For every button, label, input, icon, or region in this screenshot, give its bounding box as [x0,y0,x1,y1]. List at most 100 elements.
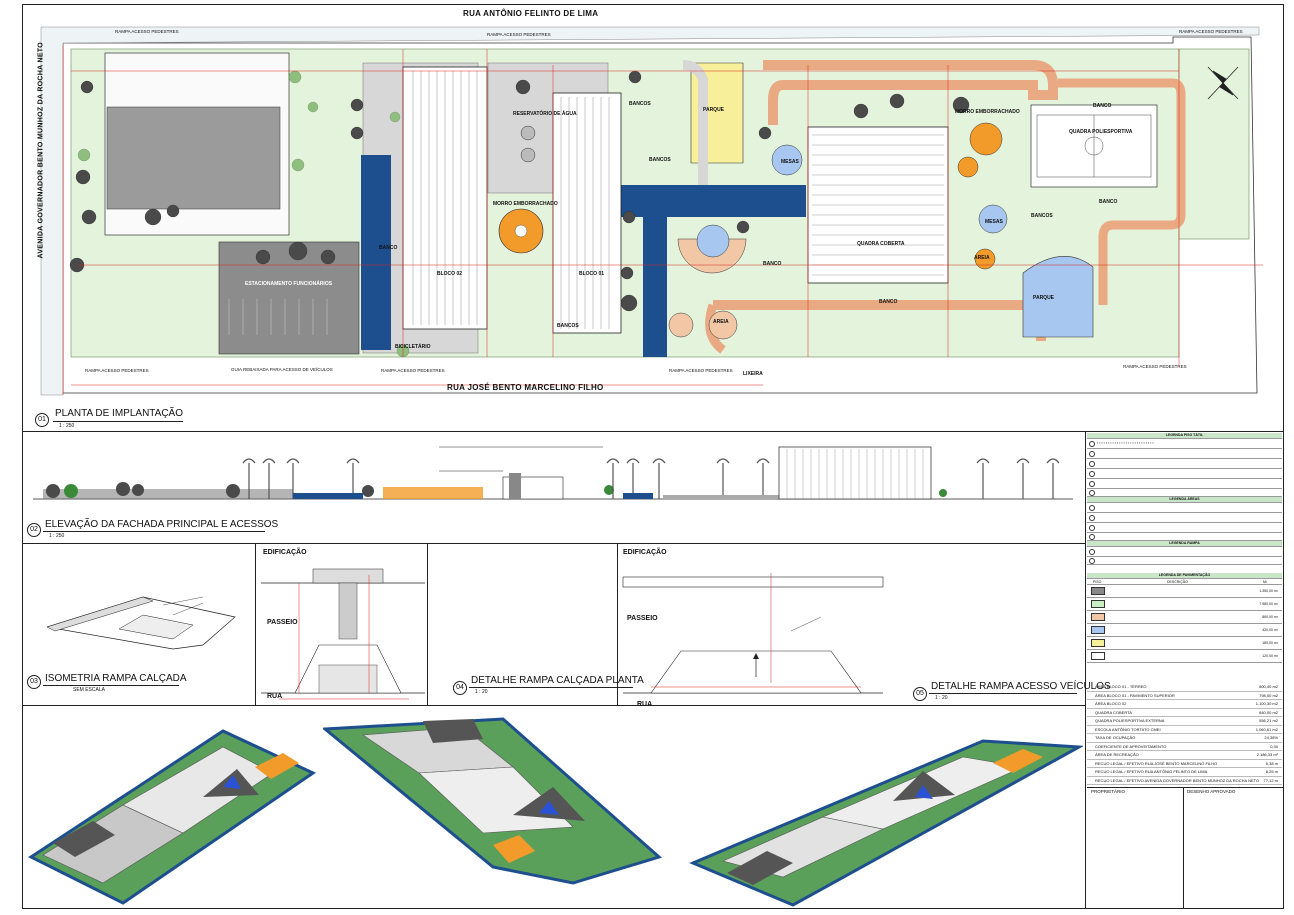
legend-row [1087,489,1282,497]
pavement-swatch [1091,613,1105,621]
ramp-label: RAMPA ACESSO PEDESTRES [381,368,445,373]
legend-row [1087,513,1282,523]
ramp-label: RAMPA ACESSO PEDESTRES [85,368,149,373]
separator [23,543,1085,544]
ramp-label: RAMPA ACESSO PEDESTRES [1123,364,1187,369]
area-key: ÁREA BLOCO 01 - PAVIMENTO SUPERIOR [1095,692,1175,698]
pavement-swatch [1091,600,1105,608]
bench-label: BANCO [879,299,898,305]
view-title-04: DETALHE RAMPA CALÇADA PLANTA [471,675,644,686]
area-key: ESCOLA ANTÔNIO TORTATO CMEI [1095,726,1161,732]
pavement-swatch-row: 180,00 m² [1087,637,1282,650]
area-value: 556,21 m2 [1259,718,1278,723]
covered-court-label: QUADRA COBERTA [857,241,905,247]
benches-label: BANCOS [629,101,651,107]
view-number-02: 02 [27,523,41,537]
area-key: RECUO LEGAL / EFETIVO AVENIDA GOVERNADOR… [1095,777,1260,783]
ramp-label: RAMPA ACESSO PEDESTRES [669,368,733,373]
pavement-swatch [1091,652,1105,660]
playground-label: PARQUE [703,107,725,113]
area-key: TAXA DE OCUPAÇÃO [1095,735,1136,740]
area-value: 2.186,33 m² [1256,752,1278,757]
street-bottom-label: RUA JOSÉ BENTO MARCELINO FILHO [447,383,604,392]
playground-label: PARQUE [1033,295,1055,301]
legend-row [1087,533,1282,541]
area-row: RECUO LEGAL / EFETIVO AVENIDA GOVERNADOR… [1087,777,1282,785]
area-value: 840,00 m2 [1259,709,1278,715]
view-number-03: 03 [27,675,41,689]
water-tank-label: RESERVATÓRIO DE ÁGUA [513,111,577,117]
area-row: ÁREA BLOCO 01 - TÉRREO 800,40 m2 [1087,683,1282,692]
vehicle-ramp-drawing [622,573,884,694]
view-title-02: ELEVAÇÃO DA FACHADA PRINCIPAL E ACESSOS [45,519,279,530]
area-row: RECUO LEGAL / EFETIVO RUA JOSÉ BENTO MAR… [1087,760,1282,768]
area-value: 800,40 m2 [1259,684,1278,689]
area-row: TAXA DE OCUPAÇÃO 24,38% [1087,734,1282,743]
area-row: ÁREA DE RECREAÇÃO 2.186,33 m² [1087,751,1282,760]
ramp-label: RAMPA ACESSO PEDESTRES [487,32,551,37]
render-view-3 [683,717,1083,907]
pavement-area-value: 120,00 m² [1262,654,1278,658]
legend-row [1087,449,1282,459]
vehicle-curb-label: GUIA REBAIXADA PARA ACESSO DE VEÍCULOS [231,367,333,372]
site-plan: RUA ANTÔNIO FELINTO DE LIMA RUA JOSÉ BEN… [23,5,1283,430]
legend-row [1087,547,1282,557]
area-row: QUADRA POLIESPORTIVA EXTERNA 556,21 m2 [1087,717,1282,726]
area-row: ESCOLA ANTÔNIO TORTATO CMEI 1.060,61 m2 [1087,726,1282,734]
sports-court-label: QUADRA POLIESPORTIVA [1069,129,1133,135]
bench-label: BANCO [1093,103,1112,109]
separator [1085,431,1086,908]
pavement-swatch [1091,626,1105,634]
ramp-isometric-drawing [46,596,236,650]
pavement-swatch [1091,587,1105,595]
view-scale-02: 1 : 250 [49,533,65,539]
view-number-05: 05 [913,687,927,701]
drawing-sheet: RUA ANTÔNIO FELINTO DE LIMA RUA JOSÉ BEN… [22,4,1284,909]
area-key: ÁREA BLOCO 01 - TÉRREO [1095,684,1147,689]
block-02-label: BLOCO 02 [437,271,463,277]
area-key: RECUO LEGAL / EFETIVO RUA JOSÉ BENTO MAR… [1095,760,1218,766]
area-row: ÁREA BLOCO 01 - PAVIMENTO SUPERIOR 798,00… [1087,692,1282,700]
benches-label: BANCOS [1031,213,1053,219]
street-left-label: AVENIDA GOVERNADOR BENTO MUNHOZ DA ROCHA… [37,41,45,259]
area-key: QUADRA COBERTA [1095,709,1132,715]
area-value: 1.100,30 m2 [1255,701,1278,706]
render-view-2 [323,717,663,887]
view-number-04: 04 [453,681,467,695]
benches-label: BANCOS [557,323,579,329]
pavement-area-value: 420,00 m² [1262,628,1278,632]
legend-row [1087,469,1282,479]
area-value: 6,25 m [1265,769,1278,774]
bench-label: BANCO [763,261,782,267]
legend-row [1087,459,1282,469]
pavement-area-value: 7.980,00 m² [1259,602,1278,606]
area-row: QUADRA COBERTA 840,00 m2 [1087,709,1282,717]
area-key: ÁREA BLOCO 02 [1095,701,1127,706]
area-row: COEFICIENTE DE APROVEITAMENTO 0,30 [1087,743,1282,751]
benches-label: BANCOS [649,157,671,163]
view-title-03: ISOMETRIA RAMPA CALÇADA [45,673,187,684]
tables-label: MESAS [781,159,799,165]
legend-row [1087,503,1282,513]
parking-label: ESTACIONAMENTO FUNCIONÁRIOS [245,281,333,287]
area-row: RECUO LEGAL / EFETIVO RUA ANTÔNIO FELINT… [1087,768,1282,777]
ramp-plan-drawing [261,568,425,700]
view-title-05: DETALHE RAMPA ACESSO VEÍCULOS [931,681,1111,692]
legend-row [1087,523,1282,533]
pavement-area-value: 860,00 m² [1262,615,1278,619]
bench-label: BANCO [1099,199,1118,205]
trash-label: LIXEIRA [743,371,763,377]
pavement-swatch-row: 420,00 m² [1087,624,1282,637]
elevation: 02 ELEVAÇÃO DA FACHADA PRINCIPAL E ACESS… [23,433,1085,543]
pavement-swatch-row: 7.980,00 m² [1087,598,1282,611]
mound-label: MORRO EMBORRACHADO [493,201,558,207]
detail-05: EDIFICAÇÃO PASSEIO RUA 05 DETALHE RAMPA … [621,545,1111,708]
separator [23,705,1085,706]
block-01-label: BLOCO 01 [579,271,605,277]
pavement-area-value: 1.350,00 m² [1259,589,1278,593]
separator [255,543,256,705]
site-plan-drawing [40,26,1263,396]
detail-04: EDIFICAÇÃO PASSEIO RUA 04 DETALHE RAMPA … [259,545,644,705]
area-value: 1.060,61 m2 [1255,726,1278,732]
ramp-label: RAMPA ACESSO PEDESTRES [1179,29,1243,34]
